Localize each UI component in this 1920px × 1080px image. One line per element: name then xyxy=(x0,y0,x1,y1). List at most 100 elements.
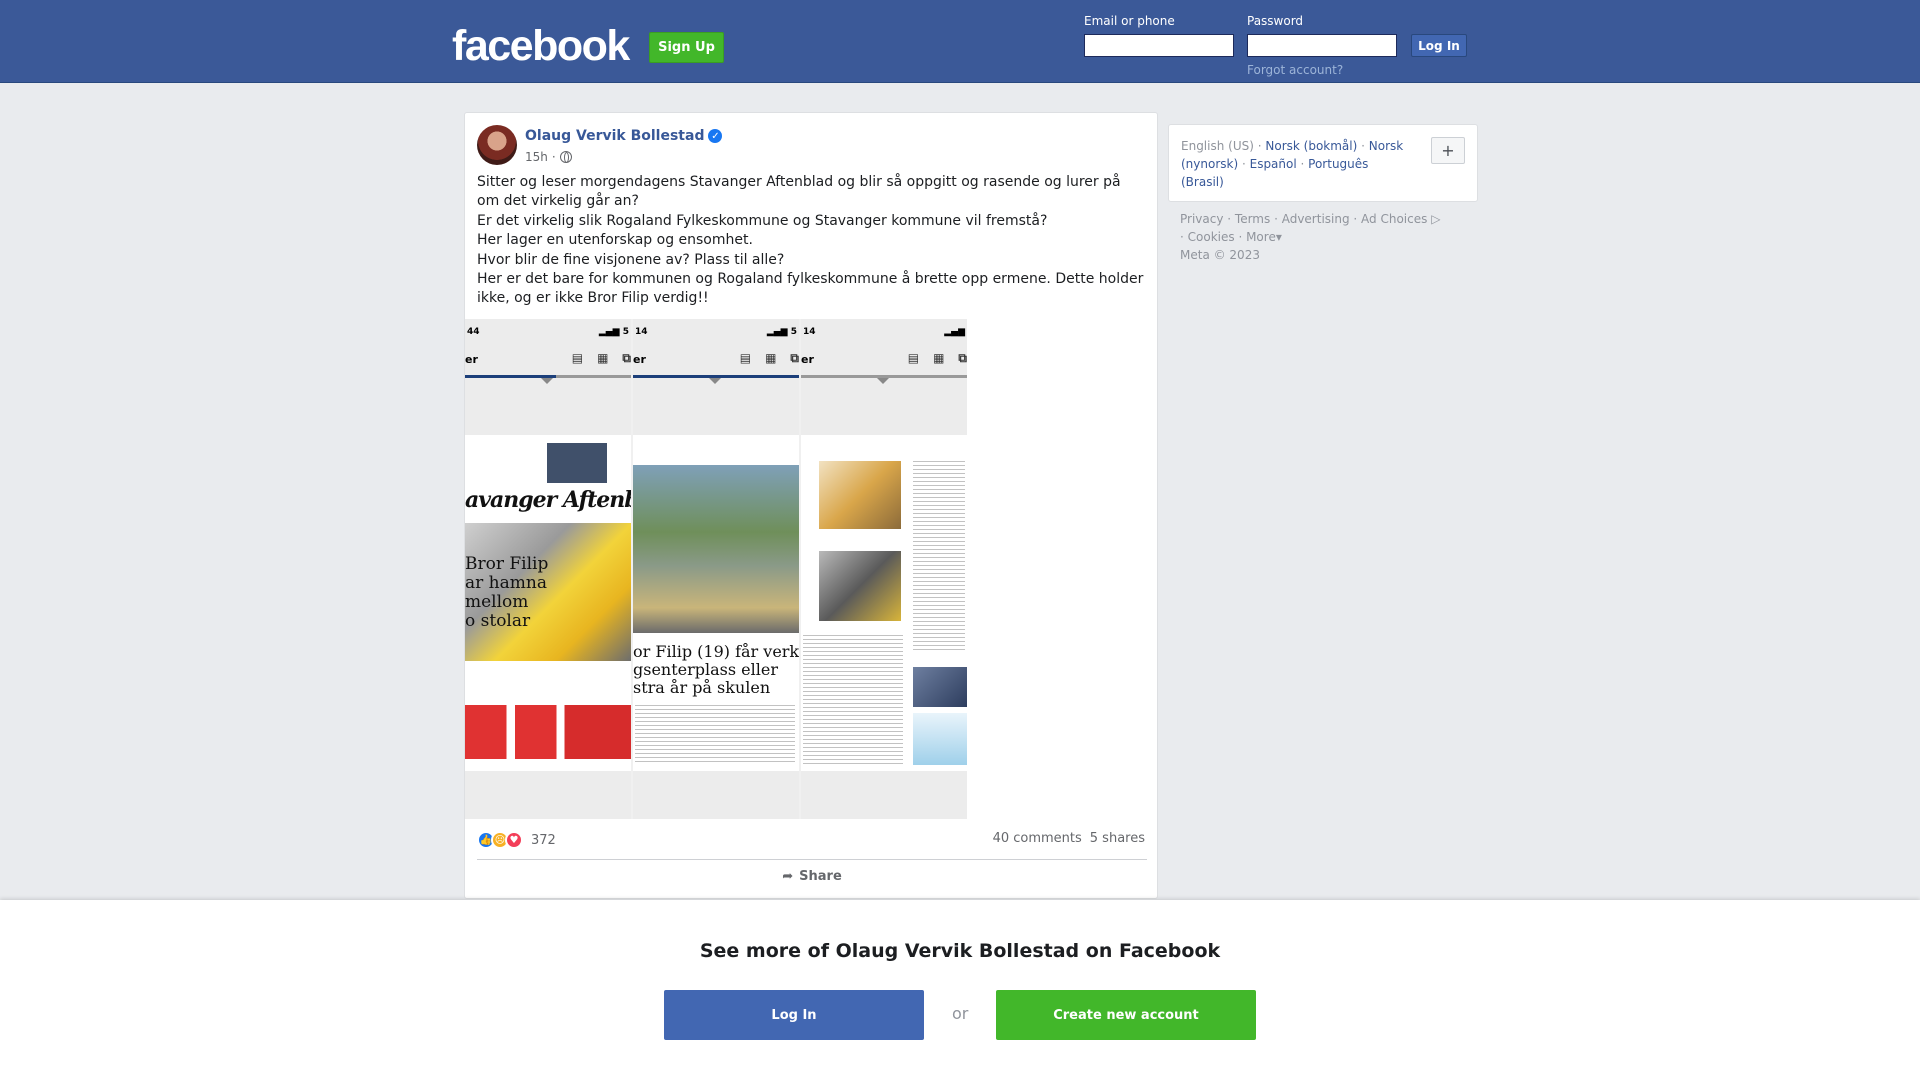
teaser-photo xyxy=(487,443,607,483)
or-separator: or xyxy=(952,1004,969,1023)
facebook-logo[interactable]: facebook xyxy=(452,22,630,71)
password-label: Password xyxy=(1247,14,1304,28)
caret-icon xyxy=(877,378,889,384)
article-photo xyxy=(819,461,901,529)
reaction-count[interactable]: 372 xyxy=(531,833,556,848)
phone-toolbar: er ▤ ▦ ⧉ xyxy=(465,349,631,375)
toolbar-label: er xyxy=(633,353,646,366)
top-navigation-bar: facebook Sign Up Email or phone Password… xyxy=(0,0,1920,83)
log-in-button[interactable]: Log In xyxy=(664,990,924,1040)
comments-count[interactable]: 40 comments xyxy=(993,831,1082,846)
grid-icon: ▦ xyxy=(597,351,609,365)
toolbar-label: er xyxy=(465,353,478,366)
layout-icon: ▤ xyxy=(571,351,584,365)
post-text-line: Her lager en utenforskap og ensomhet. xyxy=(477,232,753,249)
reactions-summary[interactable]: 👍 ☹ ♥ 372 xyxy=(477,831,556,849)
share-button[interactable]: ➦ Share xyxy=(465,869,1159,884)
post-image-1[interactable]: 44 ▂▄▆ 5 er ▤ ▦ ⧉ avanger Aftenbla Bror … xyxy=(465,319,631,819)
caret-icon xyxy=(541,378,553,384)
signal-icon: ▂▄▆ 5 xyxy=(598,327,629,337)
copy-icon: ⧉ xyxy=(958,351,967,365)
email-input[interactable] xyxy=(1084,34,1234,57)
post-text-line: Er det virkelig slik Rogaland Fylkeskomm… xyxy=(477,212,1048,229)
grid-icon: ▦ xyxy=(933,351,945,365)
newspaper-page: or Filip (19) får verken gsenterplass el… xyxy=(633,435,799,771)
phone-status-bar: 14 ▂▄▆ 5 xyxy=(633,327,799,337)
language-selector: English (US) · Norsk (bokmål) · Norsk (n… xyxy=(1168,124,1478,202)
email-label: Email or phone xyxy=(1084,14,1175,28)
post-stats: 40 comments 5 shares xyxy=(993,831,1145,846)
author-avatar[interactable] xyxy=(477,125,517,165)
post-images[interactable]: 44 ▂▄▆ 5 er ▤ ▦ ⧉ avanger Aftenbla Bror … xyxy=(465,319,967,819)
footer-link-terms[interactable]: Terms xyxy=(1235,212,1270,226)
share-icon: ➦ xyxy=(782,869,794,884)
article-body-text xyxy=(913,461,965,651)
toolbar-icons: ▤ ▦ ⧉ xyxy=(740,351,799,366)
footer-link-more[interactable]: More xyxy=(1246,230,1276,244)
article-body-text xyxy=(803,635,903,765)
post-card: Olaug Vervik Bollestad ✓ 15h · Sitter og… xyxy=(464,112,1158,899)
post-text-line: Hvor blir de fine visjonene av? Plass ti… xyxy=(477,251,785,268)
cover-headline: Bror Filip ar hamna mellom o stolar xyxy=(465,554,549,631)
verified-badge-icon: ✓ xyxy=(708,129,723,143)
toolbar-icons: ▤ ▦ ⧉ xyxy=(908,351,967,366)
footer-links: Privacy · Terms · Advertising · Ad Choic… xyxy=(1180,212,1441,262)
meta-separator: · xyxy=(551,150,556,164)
copy-icon: ⧉ xyxy=(790,351,799,365)
more-languages-button[interactable]: + xyxy=(1431,137,1465,164)
signal-icon: ▂▄▆ 5 xyxy=(766,327,797,337)
toolbar-label: er xyxy=(801,353,814,366)
post-author[interactable]: Olaug Vervik Bollestad ✓ xyxy=(525,128,723,144)
signal-icon: ▂▄▆ xyxy=(944,327,965,337)
layout-icon: ▤ xyxy=(739,351,752,365)
article-body-text xyxy=(635,705,795,765)
post-text: Sitter og leser morgendagens Stavanger A… xyxy=(477,173,1147,309)
post-text-line: Sitter og leser morgendagens Stavanger A… xyxy=(477,174,1121,210)
reaction-icons: 👍 ☹ ♥ xyxy=(477,831,523,849)
footer-link-ad-choices[interactable]: Ad Choices xyxy=(1361,212,1427,226)
article-photo xyxy=(633,465,799,633)
post-time[interactable]: 15h xyxy=(525,150,548,164)
article-photo xyxy=(819,551,901,621)
post-text-line: Her er det bare for kommunen og Rogaland… xyxy=(477,271,1144,307)
create-account-button[interactable]: Create new account xyxy=(996,990,1256,1040)
love-icon: ♥ xyxy=(505,831,523,849)
phone-toolbar: er ▤ ▦ ⧉ xyxy=(633,349,799,375)
author-name[interactable]: Olaug Vervik Bollestad xyxy=(525,128,704,144)
phone-status-bar: 44 ▂▄▆ 5 xyxy=(465,327,631,337)
footer-link-advertising[interactable]: Advertising xyxy=(1282,212,1350,226)
post-image-2[interactable]: 14 ▂▄▆ 5 er ▤ ▦ ⧉ or Filip (19) får verk… xyxy=(633,319,799,819)
language-link[interactable]: Español xyxy=(1250,157,1297,171)
grid-icon: ▦ xyxy=(765,351,777,365)
post-meta: 15h · xyxy=(525,150,572,164)
ad-strip xyxy=(465,705,631,759)
globe-icon xyxy=(559,151,572,163)
newspaper-page: avanger Aftenbla Bror Filip ar hamna mel… xyxy=(465,435,631,771)
login-prompt-banner: See more of Olaug Vervik Bollestad on Fa… xyxy=(0,900,1920,1080)
masthead: avanger Aftenbla xyxy=(465,487,631,513)
login-prompt-title: See more of Olaug Vervik Bollestad on Fa… xyxy=(699,940,1221,962)
language-link[interactable]: Norsk (bokmål) xyxy=(1265,139,1357,153)
copyright: Meta © 2023 xyxy=(1180,248,1260,262)
status-time: 14 xyxy=(635,327,648,337)
phone-status-bar: 14 ▂▄▆ xyxy=(801,327,967,337)
ad-box xyxy=(913,713,967,765)
layout-icon: ▤ xyxy=(907,351,920,365)
divider xyxy=(477,859,1147,860)
newspaper-page xyxy=(801,435,967,771)
footer-link-privacy[interactable]: Privacy xyxy=(1180,212,1223,226)
forgot-account-link[interactable]: Forgot account? xyxy=(1247,63,1343,77)
password-input[interactable] xyxy=(1247,34,1397,57)
status-time: 14 xyxy=(803,327,816,337)
current-language: English (US) xyxy=(1181,139,1254,153)
sign-up-button[interactable]: Sign Up xyxy=(649,32,724,63)
footer-link-cookies[interactable]: Cookies xyxy=(1188,230,1235,244)
toolbar-icons: ▤ ▦ ⧉ xyxy=(572,351,631,366)
copy-icon: ⧉ xyxy=(622,351,631,365)
caret-icon xyxy=(709,378,721,384)
shares-count[interactable]: 5 shares xyxy=(1090,831,1145,846)
status-time: 44 xyxy=(467,327,480,337)
header-login-button[interactable]: Log In xyxy=(1411,34,1467,57)
post-image-3[interactable]: 14 ▂▄▆ er ▤ ▦ ⧉ xyxy=(801,319,967,819)
language-list: English (US) · Norsk (bokmål) · Norsk (n… xyxy=(1181,139,1404,189)
